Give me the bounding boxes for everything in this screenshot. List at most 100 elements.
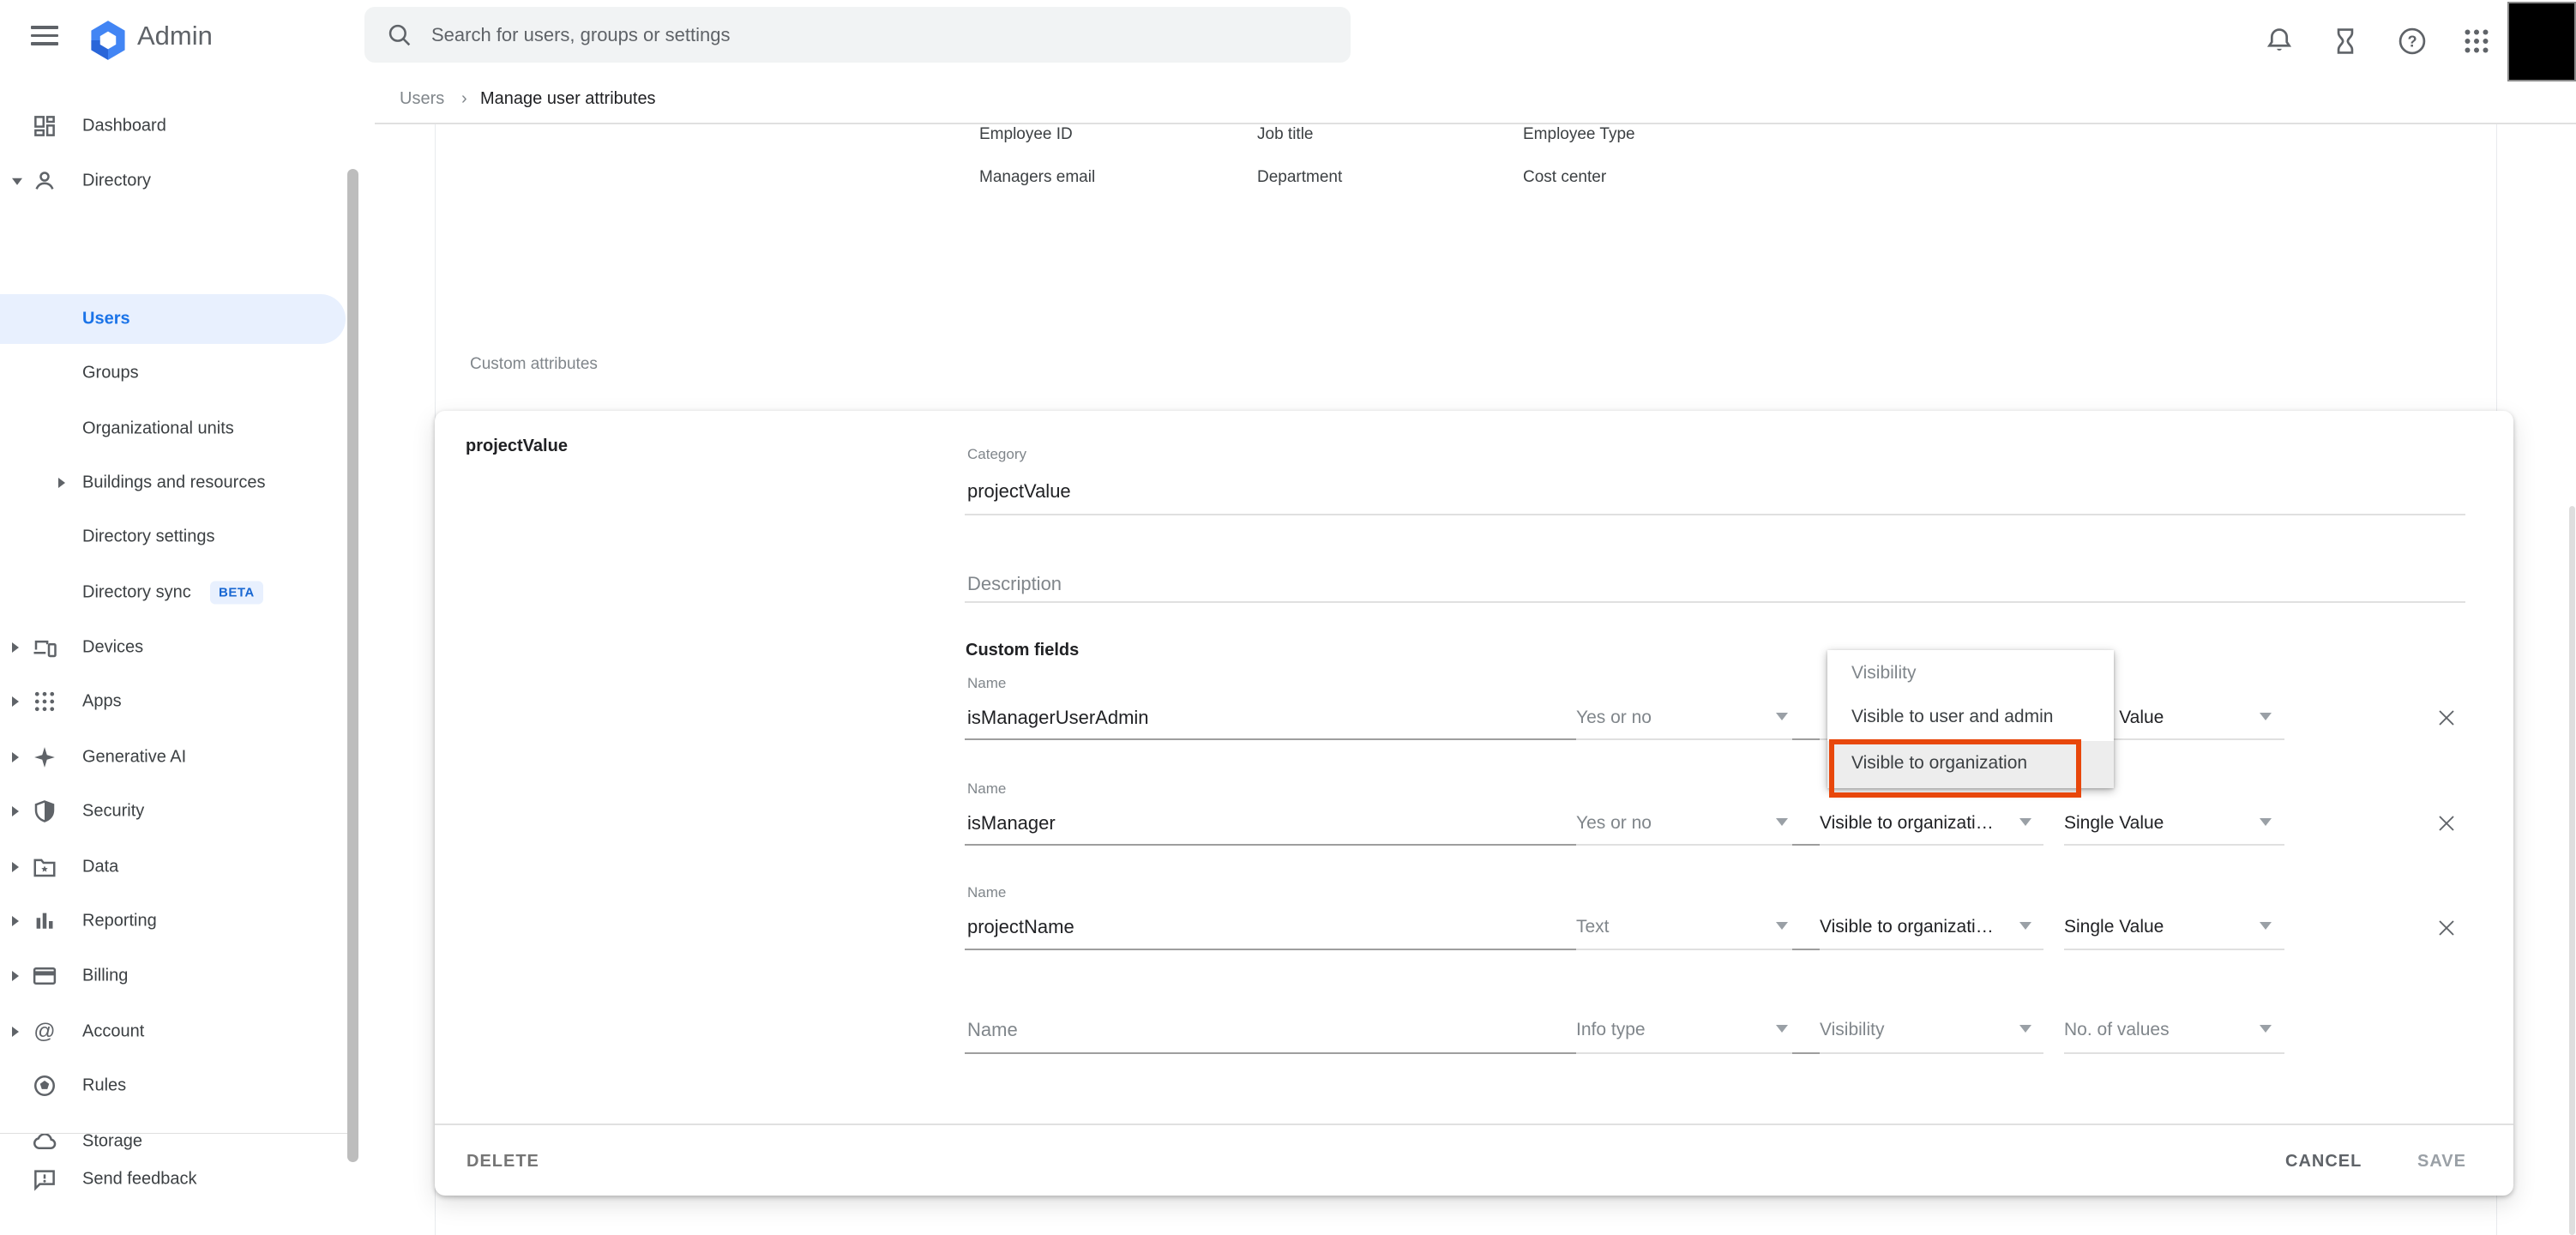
tasks-hourglass-icon[interactable] <box>2326 22 2364 60</box>
chevron-right-icon <box>12 696 19 707</box>
dropdown-arrow-icon[interactable] <box>2019 922 2031 930</box>
remove-field-button[interactable] <box>2433 810 2460 837</box>
info-type-select[interactable]: Yes or no <box>1576 708 1652 728</box>
dropdown-arrow-icon[interactable] <box>1776 818 1788 826</box>
sidebar-item-directory-sync[interactable]: Directory sync BETA <box>0 568 360 618</box>
dropdown-arrow-icon[interactable] <box>2019 1025 2031 1033</box>
edit-attribute-dialog: projectValue Category projectValue Descr… <box>435 411 2513 1196</box>
dropdown-arrow-icon[interactable] <box>2019 818 2031 826</box>
dropdown-arrow-icon[interactable] <box>2260 713 2272 720</box>
field-label-employee-id: Employee ID <box>979 125 1073 144</box>
sidebar-scrollbar[interactable] <box>347 169 358 1162</box>
sidebar-item-directory[interactable]: Directory <box>0 156 360 206</box>
account-avatar[interactable] <box>2507 2 2576 81</box>
dropdown-arrow-icon[interactable] <box>1776 1025 1788 1033</box>
global-search[interactable] <box>364 7 1351 63</box>
credit-card-icon <box>32 963 57 989</box>
num-values-underline <box>2064 1052 2284 1054</box>
num-values-select[interactable]: Single Value <box>2064 813 2164 834</box>
folder-star-icon <box>32 854 57 880</box>
search-input[interactable] <box>430 23 1291 47</box>
sidebar-item-buildings-and-resources[interactable]: Buildings and resources <box>0 458 360 508</box>
info-type-underline <box>1576 949 1792 950</box>
info-type-select[interactable]: Yes or no <box>1576 813 1652 834</box>
main-menu-icon[interactable] <box>31 26 58 48</box>
info-type-underline <box>1576 1052 1792 1054</box>
notifications-bell-icon[interactable] <box>2260 22 2298 60</box>
visibility-dropdown-menu: Visibility Visible to user and admin Vis… <box>1827 650 2114 788</box>
menu-header: Visibility <box>1851 663 1916 684</box>
sidebar-item-devices[interactable]: Devices <box>0 623 360 672</box>
dropdown-arrow-icon[interactable] <box>2260 818 2272 826</box>
rules-wheel-icon <box>32 1073 57 1099</box>
sidebar-item-generative-ai[interactable]: Generative AI <box>0 732 360 782</box>
save-button[interactable]: SAVE <box>2417 1152 2466 1172</box>
field-label-department: Department <box>1257 168 1342 187</box>
delete-button[interactable]: DELETE <box>466 1152 539 1172</box>
menu-item-visible-to-organization[interactable]: Visible to organization <box>1851 753 2027 774</box>
sidebar-item-account[interactable]: @ Account <box>0 1007 360 1057</box>
chevron-down-icon <box>12 178 22 185</box>
dropdown-arrow-icon[interactable] <box>2260 1025 2272 1033</box>
cancel-button[interactable]: CANCEL <box>2285 1152 2362 1172</box>
name-label: Name <box>967 780 1006 798</box>
num-values-select[interactable]: Single Value <box>2064 917 2164 937</box>
visibility-underline <box>1820 844 2043 846</box>
sidebar-item-send-feedback[interactable]: Send feedback <box>0 1154 360 1204</box>
remove-field-button[interactable] <box>2433 704 2460 732</box>
dropdown-arrow-icon[interactable] <box>2260 922 2272 930</box>
sparkle-icon <box>32 744 57 770</box>
search-icon <box>385 21 414 50</box>
description-underline <box>965 601 2465 603</box>
sidebar-item-apps[interactable]: Apps <box>0 677 360 726</box>
custom-field-name-input[interactable]: projectName <box>967 916 1074 938</box>
info-type-underline <box>1576 738 1792 740</box>
visibility-underline <box>1820 1052 2043 1054</box>
chevron-right-icon <box>12 642 19 653</box>
beta-badge: BETA <box>210 581 263 605</box>
page-scrollbar[interactable] <box>2569 506 2575 1235</box>
header-divider <box>375 123 2576 124</box>
visibility-select[interactable]: Visibility <box>1820 1020 1884 1040</box>
remove-field-button[interactable] <box>2433 914 2460 942</box>
sidebar-item-billing[interactable]: Billing <box>0 951 360 1001</box>
sidebar-item-reporting[interactable]: Reporting <box>0 896 360 946</box>
devices-icon <box>32 635 57 660</box>
dialog-footer-divider <box>435 1124 2513 1125</box>
info-type-select[interactable]: Info type <box>1576 1020 1646 1040</box>
chevron-right-icon <box>12 862 19 872</box>
num-values-select[interactable]: No. of values <box>2064 1020 2170 1040</box>
menu-item-visible-to-user-and-admin[interactable]: Visible to user and admin <box>1851 707 2053 727</box>
product-title: Admin <box>137 21 213 51</box>
new-field-name-input[interactable]: Name <box>967 1019 1018 1041</box>
chevron-right-icon <box>12 806 19 816</box>
apps-grid-icon[interactable] <box>2458 22 2495 60</box>
field-label-job-title: Job title <box>1257 125 1313 144</box>
help-icon[interactable]: ? <box>2393 22 2431 60</box>
sidebar-item-security[interactable]: Security <box>0 786 360 836</box>
sidebar-item-organizational-units[interactable]: Organizational units <box>0 404 360 454</box>
sidebar-item-groups[interactable]: Groups <box>0 348 360 398</box>
visibility-select[interactable]: Visible to organizati… <box>1820 917 1994 937</box>
field-label-managers-email: Managers email <box>979 168 1095 187</box>
custom-field-name-input[interactable]: isManagerUserAdmin <box>967 707 1149 729</box>
sidebar-item-users[interactable]: Users <box>0 294 360 344</box>
app-bar: Admin ? <box>0 0 2576 82</box>
sidebar-item-dashboard[interactable]: Dashboard <box>0 101 360 151</box>
num-values-underline <box>2064 844 2284 846</box>
dropdown-arrow-icon[interactable] <box>1776 922 1788 930</box>
sidebar-item-rules[interactable]: Rules <box>0 1061 360 1111</box>
dropdown-arrow-icon[interactable] <box>1776 713 1788 720</box>
svg-text:?: ? <box>2407 33 2417 51</box>
custom-field-name-input[interactable]: isManager <box>967 812 1056 834</box>
description-input[interactable]: Description <box>967 573 1062 595</box>
category-input[interactable]: projectValue <box>967 480 1071 503</box>
sidebar-item-directory-settings[interactable]: Directory settings <box>0 512 360 562</box>
breadcrumb-parent[interactable]: Users <box>400 89 444 109</box>
chevron-right-icon <box>12 916 19 926</box>
visibility-select[interactable]: Visible to organizati… <box>1820 813 1994 834</box>
shield-icon <box>32 798 57 824</box>
svg-text:@: @ <box>33 1020 55 1044</box>
info-type-select[interactable]: Text <box>1576 917 1610 937</box>
sidebar-item-data[interactable]: Data <box>0 842 360 892</box>
